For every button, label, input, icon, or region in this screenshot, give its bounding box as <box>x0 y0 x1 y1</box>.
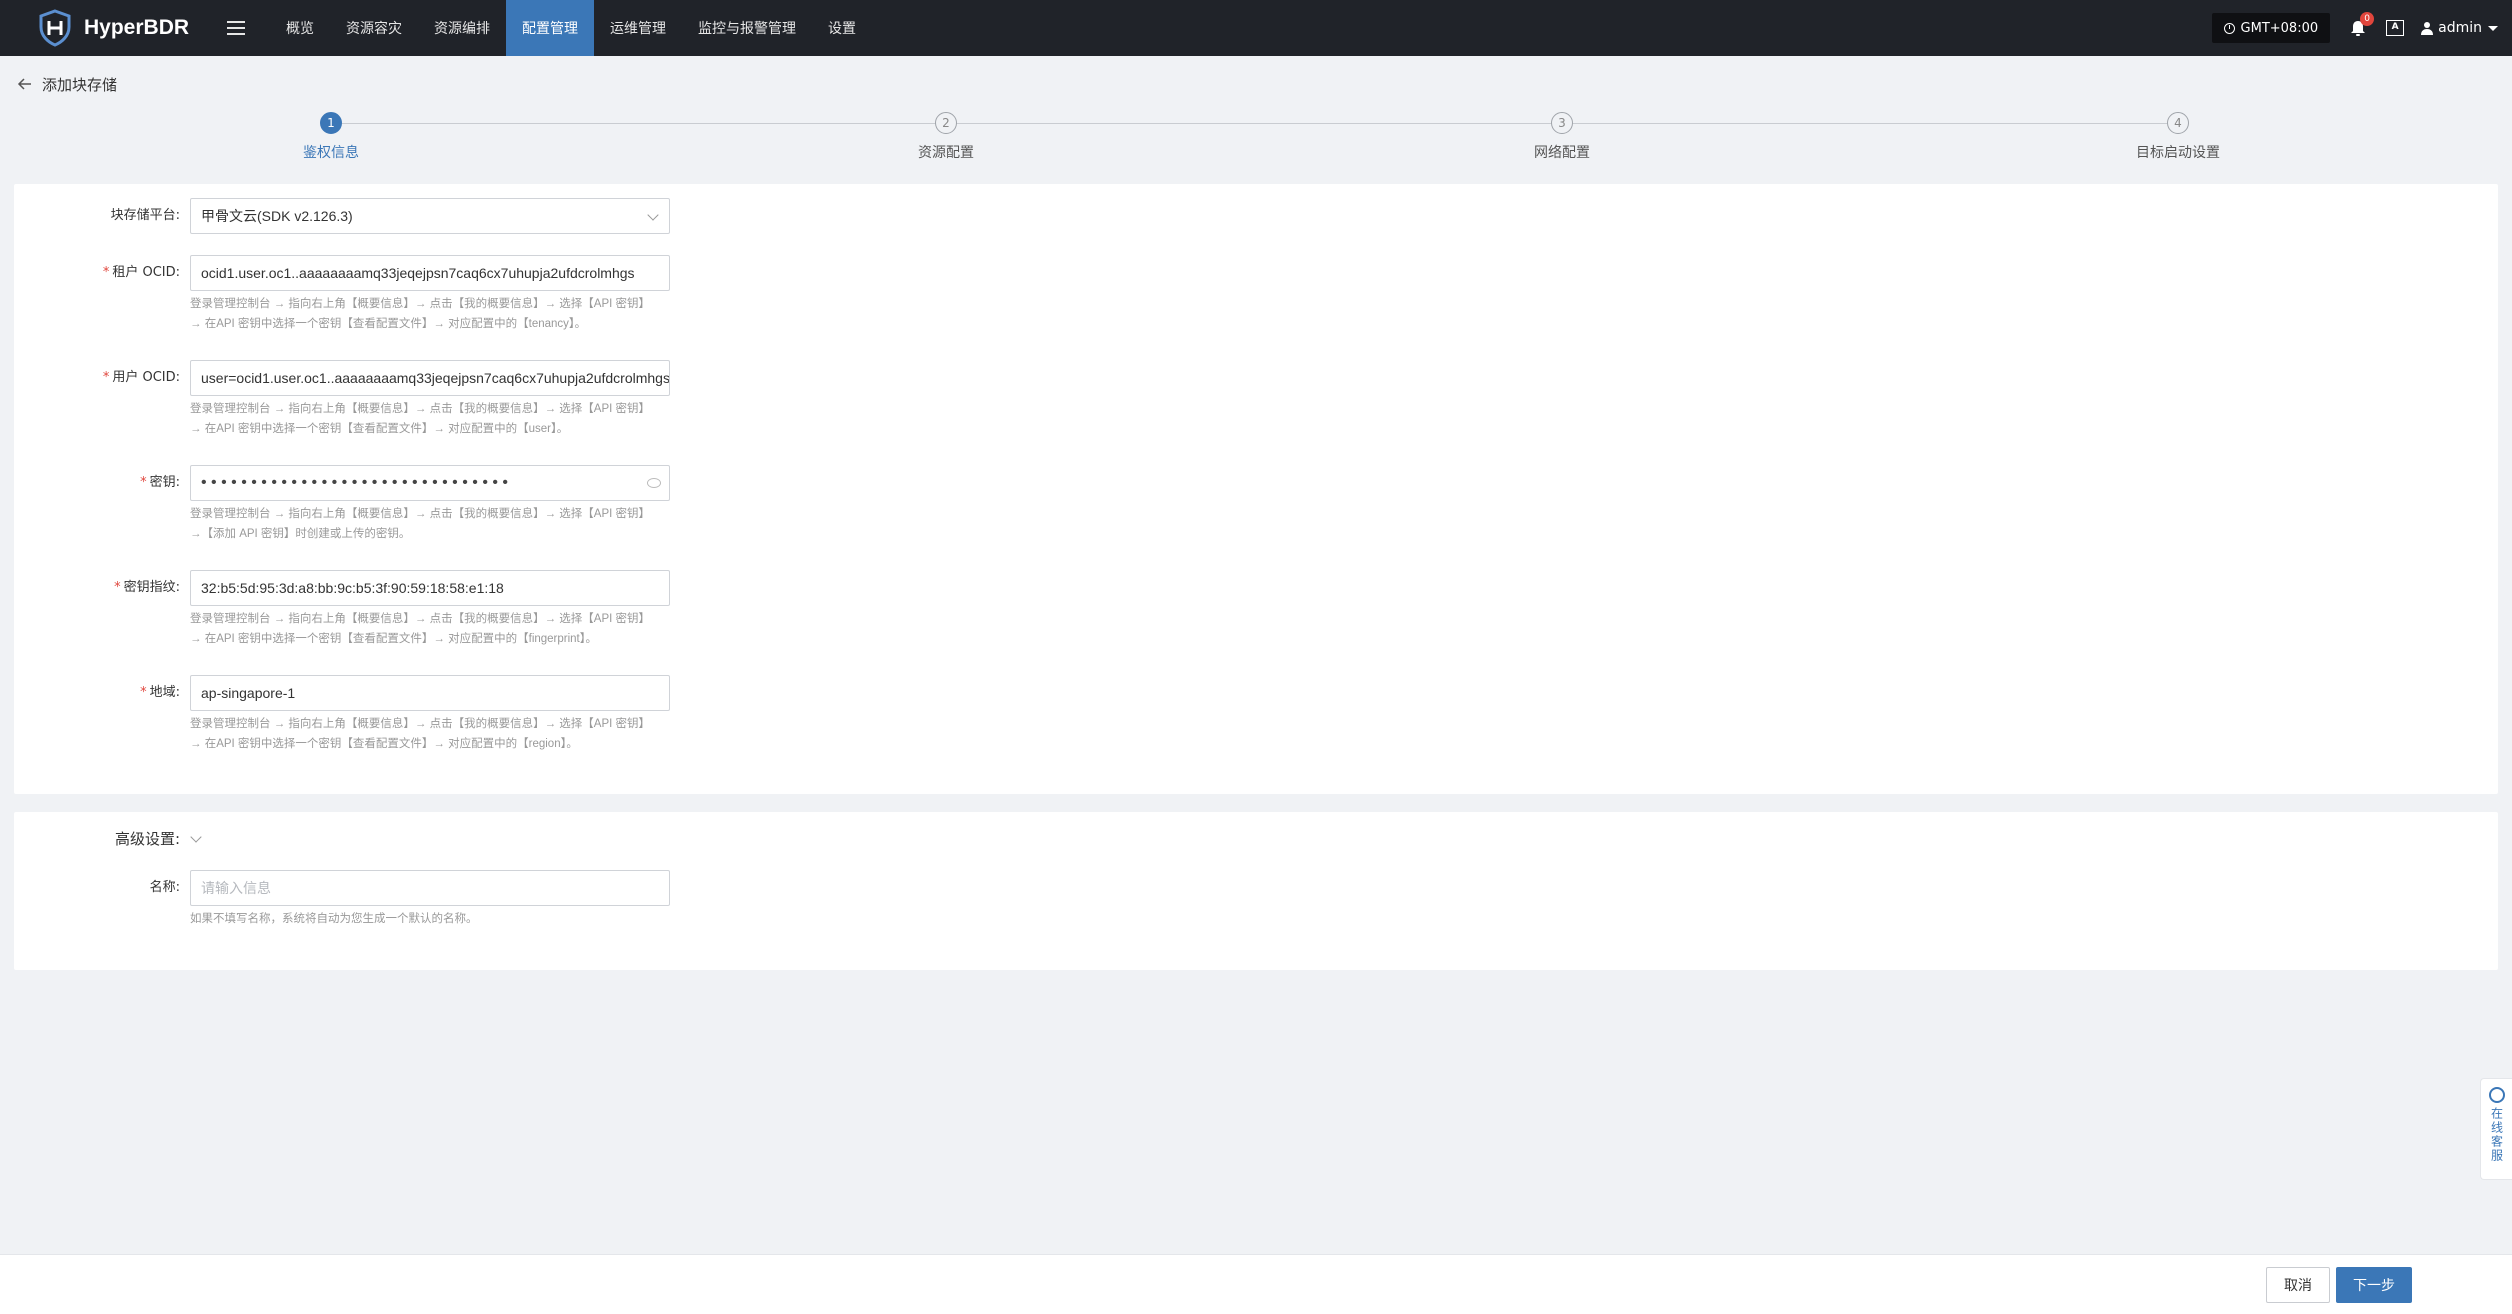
tenant-ocid-hint: 登录管理控制台 → 指向右上角【概要信息】→ 点击【我的概要信息】→ 选择【AP… <box>190 298 651 330</box>
form-row-fingerprint: * 密钥指纹: 32:b5:5d:95:3d:a8:bb:9c:b5:3f:90:… <box>14 570 670 649</box>
top-right-tools: GMT+08:00 0 A admin <box>2211 0 2512 56</box>
secret-key-input[interactable]: • • • • • • • • • • • • • • • • • • • • … <box>190 465 670 501</box>
language-icon[interactable]: A <box>2386 20 2405 36</box>
app-logo[interactable]: HyperBDR <box>38 9 208 47</box>
user-menu[interactable]: admin <box>2420 20 2498 36</box>
wizard-steps: 1 鉴权信息 2 资源配置 3 网络配置 4 目标启动设置 <box>0 110 2512 170</box>
online-service-label: 在线客服 <box>2489 1107 2504 1163</box>
page-header: 添加块存储 <box>16 72 117 96</box>
footer-bar: 取消 下一步 <box>0 1254 2512 1314</box>
name-input[interactable]: 请输入信息 <box>190 870 670 906</box>
step-target-boot-settings: 4 目标启动设置 <box>2078 110 2278 162</box>
step-label: 网络配置 <box>1534 145 1590 161</box>
notification-badge: 0 <box>2360 12 2375 26</box>
cancel-button[interactable]: 取消 <box>2266 1267 2330 1303</box>
step-resource-config: 2 资源配置 <box>846 110 1046 162</box>
user-ocid-input[interactable]: user=ocid1.user.oc1..aaaaaaaamq33jeqejps… <box>190 360 670 396</box>
form-row-region: * 地域: ap-singapore-1 登录管理控制台 → 指向右上角【概要信息… <box>14 675 670 754</box>
step-number: 1 <box>320 112 342 134</box>
eye-icon[interactable] <box>647 478 661 488</box>
advanced-settings-card: 高级设置: 名称: 请输入信息 如果不填写名称，系统将自动为您生成一个默认的名称… <box>14 812 2498 970</box>
platform-select[interactable]: 甲骨文云(SDK v2.126.3) <box>190 198 670 234</box>
tenant-ocid-label: * 租户 OCID: <box>102 265 180 280</box>
region-label: * 地域: <box>140 685 180 700</box>
step-number: 2 <box>935 112 957 134</box>
caret-down-icon <box>2488 25 2498 31</box>
timezone-label: GMT+08:00 <box>2240 20 2319 36</box>
app-name: HyperBDR <box>84 16 190 39</box>
form-row-tenant-ocid: * 租户 OCID: ocid1.user.oc1..aaaaaaaamq33je… <box>14 255 670 334</box>
chevron-down-icon <box>647 209 659 221</box>
secret-key-masked-value: • • • • • • • • • • • • • • • • • • • • … <box>201 474 509 491</box>
shield-logo-icon <box>39 9 71 47</box>
secret-key-label: * 密钥: <box>140 475 180 490</box>
step-network-config: 3 网络配置 <box>1462 110 1662 162</box>
next-step-button[interactable]: 下一步 <box>2336 1267 2412 1303</box>
clock-icon <box>2223 22 2235 34</box>
form-row-secret-key: * 密钥: • • • • • • • • • • • • • • • • • •… <box>14 465 670 544</box>
chevron-down-icon[interactable] <box>190 830 202 843</box>
notifications-button[interactable]: 0 <box>2346 12 2375 40</box>
region-hint: 登录管理控制台 → 指向右上角【概要信息】→ 点击【我的概要信息】→ 选择【AP… <box>190 718 651 750</box>
step-label: 资源配置 <box>918 145 974 161</box>
page-title: 添加块存储 <box>42 75 118 94</box>
online-service-button[interactable]: 在线客服 <box>2480 1078 2512 1180</box>
platform-label: 块存储平台: <box>110 208 180 223</box>
username: admin <box>2438 20 2482 36</box>
step-label: 鉴权信息 <box>303 145 359 161</box>
fingerprint-label: * 密钥指纹: <box>114 580 180 595</box>
nav-item-resource-orchestration[interactable]: 资源编排 <box>418 0 506 56</box>
tenant-ocid-input[interactable]: ocid1.user.oc1..aaaaaaaamq33jeqejpsn7caq… <box>190 255 670 291</box>
fingerprint-input[interactable]: 32:b5:5d:95:3d:a8:bb:9c:b5:3f:90:59:18:5… <box>190 570 670 606</box>
secret-key-hint: 登录管理控制台 → 指向右上角【概要信息】→ 点击【我的概要信息】→ 选择【AP… <box>190 508 651 540</box>
form-row-platform: 块存储平台: 甲骨文云(SDK v2.126.3) <box>14 198 670 234</box>
nav-item-resource-dr[interactable]: 资源容灾 <box>330 0 418 56</box>
nav-item-monitoring-alerts[interactable]: 监控与报警管理 <box>682 0 812 56</box>
back-arrow-icon[interactable] <box>16 75 34 93</box>
nav-item-config-management[interactable]: 配置管理 <box>506 0 594 56</box>
nav-item-settings[interactable]: 设置 <box>812 0 872 56</box>
user-ocid-hint: 登录管理控制台 → 指向右上角【概要信息】→ 点击【我的概要信息】→ 选择【AP… <box>190 403 651 435</box>
fingerprint-hint: 登录管理控制台 → 指向右上角【概要信息】→ 点击【我的概要信息】→ 选择【AP… <box>190 613 651 645</box>
headset-icon <box>2488 1087 2505 1103</box>
platform-select-value: 甲骨文云(SDK v2.126.3) <box>201 208 353 224</box>
main-nav: 概览 资源容灾 资源编排 配置管理 运维管理 监控与报警管理 设置 <box>270 0 872 56</box>
name-label: 名称: <box>149 880 180 895</box>
region-input[interactable]: ap-singapore-1 <box>190 675 670 711</box>
step-number: 4 <box>2167 112 2189 134</box>
advanced-settings-toggle[interactable]: 高级设置: <box>14 828 202 849</box>
form-row-name: 名称: 请输入信息 如果不填写名称，系统将自动为您生成一个默认的名称。 <box>14 870 670 929</box>
advanced-settings-label: 高级设置: <box>114 830 180 848</box>
step-auth-info: 1 鉴权信息 <box>231 110 431 162</box>
user-ocid-label: * 用户 OCID: <box>102 370 180 385</box>
nav-item-overview[interactable]: 概览 <box>270 0 330 56</box>
form-row-user-ocid: * 用户 OCID: user=ocid1.user.oc1..aaaaaaaam… <box>14 360 670 439</box>
top-navbar: HyperBDR 概览 资源容灾 资源编排 配置管理 运维管理 监控与报警管理 … <box>0 0 2512 56</box>
timezone-button[interactable]: GMT+08:00 <box>2211 13 2331 43</box>
step-number: 3 <box>1551 112 1573 134</box>
user-icon <box>2421 22 2434 35</box>
name-hint: 如果不填写名称，系统将自动为您生成一个默认的名称。 <box>190 913 478 925</box>
step-label: 目标启动设置 <box>2136 145 2220 161</box>
hamburger-menu-icon[interactable] <box>216 0 256 56</box>
nav-item-ops-management[interactable]: 运维管理 <box>594 0 682 56</box>
auth-form-card: 块存储平台: 甲骨文云(SDK v2.126.3) * 租户 OCID: ocid… <box>14 184 2498 794</box>
